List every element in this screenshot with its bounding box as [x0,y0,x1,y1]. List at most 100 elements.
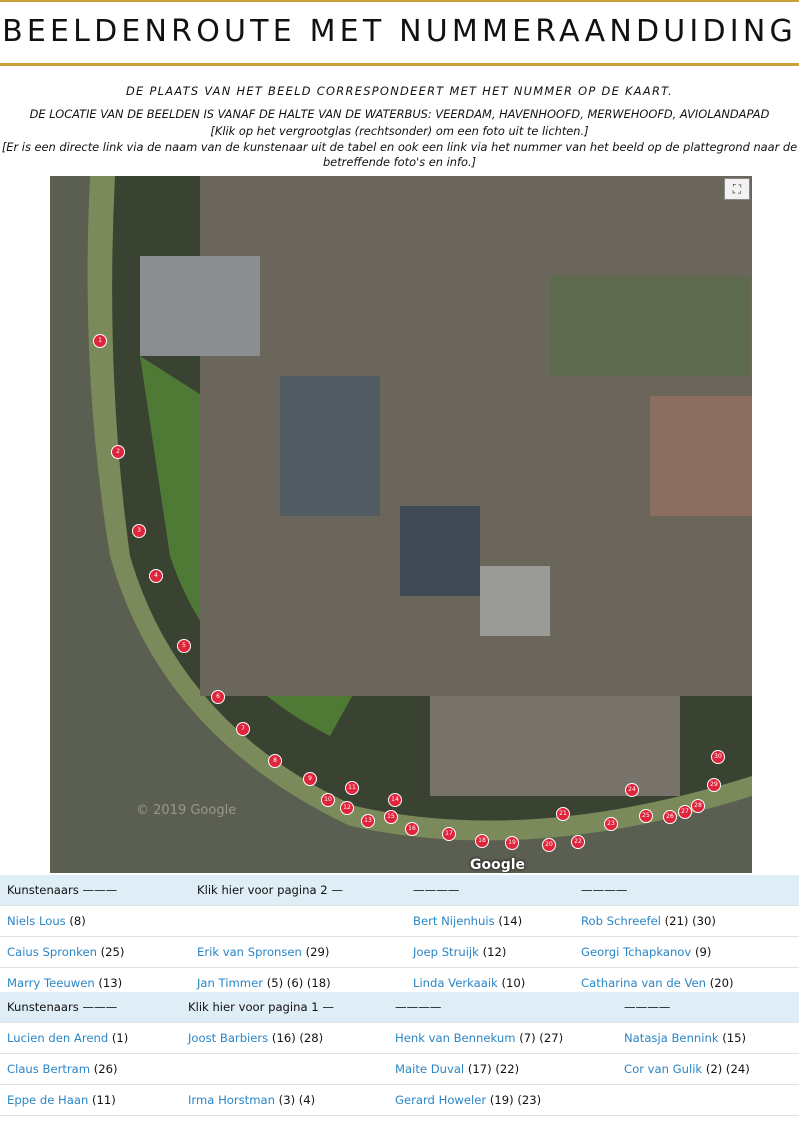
map-marker-7[interactable]: 7 [236,722,250,736]
map-marker-2[interactable]: 2 [111,445,125,459]
artist-link[interactable]: Marry Teeuwen [7,976,95,990]
map-marker-28[interactable]: 28 [691,799,705,813]
intro-line-3: [Klik op het vergrootglas (rechtsonder) … [210,124,589,138]
fullscreen-button[interactable]: ⛶ [724,178,750,200]
map-marker-30[interactable]: 30 [711,750,725,764]
artist-cell: Natasja Bennink (15) [617,1022,799,1054]
map-marker-4[interactable]: 4 [149,569,163,583]
map-marker-26[interactable]: 26 [663,810,677,824]
artist-numbers: (14) [498,914,523,928]
artist-cell: Eppe de Haan (11) [0,1084,181,1116]
table-row: Niels Lous (8) Bert Nijenhuis (14) Rob S… [0,905,799,937]
artist-numbers: (7) (27) [519,1031,564,1045]
artist-link[interactable]: Georgi Tchapkanov [581,945,691,959]
map-marker-6[interactable]: 6 [211,690,225,704]
map-marker-5[interactable]: 5 [177,639,191,653]
artist-link[interactable]: Lucien den Arend [7,1031,108,1045]
artist-cell: Cor van Gulik (2) (24) [617,1053,799,1085]
header-dash: ———— [574,875,799,906]
map-marker-17[interactable]: 17 [442,827,456,841]
map-marker-8[interactable]: 8 [268,754,282,768]
artist-link[interactable]: Joost Barbiers [188,1031,268,1045]
map-marker-1[interactable]: 1 [93,334,107,348]
artist-link[interactable]: Jan Timmer [197,976,263,990]
table-header: Kunstenaars ——— Klik hier voor pagina 2 … [0,875,799,906]
artist-link[interactable]: Bert Nijenhuis [413,914,495,928]
map-copyright: © 2019 Google [136,803,237,818]
artist-link[interactable]: Linda Verkaaik [413,976,498,990]
map-marker-16[interactable]: 16 [405,822,419,836]
artist-link[interactable]: Henk van Bennekum [395,1031,516,1045]
artist-cell [181,1053,388,1085]
header-dash: ———— [388,992,617,1023]
page-title: BEELDENROUTE MET NUMMERAANDUIDING [2,14,797,49]
map-marker-3[interactable]: 3 [132,524,146,538]
artist-cell: Lucien den Arend (1) [0,1022,181,1054]
artist-numbers: (26) [93,1062,118,1076]
page-2-link[interactable]: Klik hier voor pagina 2 — [190,875,406,906]
artist-cell: Caius Spronken (25) [0,936,190,968]
artist-numbers: (17) (22) [467,1062,520,1076]
artist-link[interactable]: Maite Duval [395,1062,464,1076]
artist-link[interactable]: Joep Struijk [413,945,479,959]
artist-link[interactable]: Erik van Spronsen [197,945,302,959]
map-marker-9[interactable]: 9 [303,772,317,786]
map-marker-13[interactable]: 13 [361,814,375,828]
map-marker-19[interactable]: 19 [505,836,519,850]
map-marker-10[interactable]: 10 [321,793,335,807]
artist-numbers: (21) (30) [664,914,716,928]
map-marker-12[interactable]: 12 [340,801,354,815]
header-dash: ———— [617,992,799,1023]
artist-link[interactable]: Niels Lous [7,914,66,928]
artist-numbers: (2) (24) [705,1062,750,1076]
artist-cell: Maite Duval (17) (22) [388,1053,617,1085]
intro-line-2: DE LOCATIE VAN DE BEELDEN IS VANAF DE HA… [29,107,770,121]
table-row: Claus Bertram (26) Maite Duval (17) (22)… [0,1053,799,1085]
artist-link[interactable]: Natasja Bennink [624,1031,719,1045]
artist-link[interactable]: Cor van Gulik [624,1062,702,1076]
map-marker-11[interactable]: 11 [345,781,359,795]
intro-line-1: DE PLAATS VAN HET BEELD CORRESPONDEERT M… [125,84,674,98]
artist-numbers: (8) [69,914,86,928]
top-rule [0,0,799,2]
map-imagery [50,176,752,873]
artist-cell: Joep Struijk (12) [406,936,574,968]
map-marker-24[interactable]: 24 [625,783,639,797]
artist-link[interactable]: Irma Horstman [188,1093,275,1107]
artist-numbers: (15) [722,1031,747,1045]
artist-link[interactable]: Caius Spronken [7,945,97,959]
table-row: Caius Spronken (25) Erik van Spronsen (2… [0,936,799,968]
artist-numbers: (12) [482,945,507,959]
map-marker-29[interactable]: 29 [707,778,721,792]
artist-numbers: (29) [305,945,330,959]
map-marker-25[interactable]: 25 [639,809,653,823]
header-artists: Kunstenaars ——— [0,992,181,1023]
artist-cell: Henk van Bennekum (7) (27) [388,1022,617,1054]
artist-numbers: (5) (6) (18) [266,976,331,990]
intro-line-4: [Er is een directe link via de naam van … [1,140,798,169]
header-dash: ———— [406,875,574,906]
artist-numbers: (9) [694,945,712,959]
map-marker-20[interactable]: 20 [542,838,556,852]
map-marker-14[interactable]: 14 [388,793,402,807]
artist-link[interactable]: Claus Bertram [7,1062,90,1076]
page-1-link[interactable]: Klik hier voor pagina 1 — [181,992,388,1023]
artist-link[interactable]: Rob Schreefel [581,914,661,928]
artists-table-2: Kunstenaars ——— Klik hier voor pagina 1 … [0,992,799,1116]
map-marker-21[interactable]: 21 [556,807,570,821]
artist-cell [617,1084,799,1116]
map-marker-23[interactable]: 23 [604,817,618,831]
artist-link[interactable]: Eppe de Haan [7,1093,88,1107]
table-row: Lucien den Arend (1) Joost Barbiers (16)… [0,1022,799,1054]
artist-cell: Joost Barbiers (16) (28) [181,1022,388,1054]
artist-link[interactable]: Catharina van de Ven [581,976,706,990]
artist-numbers: (20) [709,976,734,990]
artist-cell: Claus Bertram (26) [0,1053,181,1085]
satellite-map[interactable]: ⛶ © 2019 Google Google 1 2 3 4 5 6 7 8 9… [50,176,752,873]
map-marker-18[interactable]: 18 [475,834,489,848]
map-marker-15[interactable]: 15 [384,810,398,824]
artist-link[interactable]: Gerard Howeler [395,1093,486,1107]
map-marker-27[interactable]: 27 [678,805,692,819]
map-marker-22[interactable]: 22 [571,835,585,849]
artist-cell: Niels Lous (8) [0,905,190,937]
